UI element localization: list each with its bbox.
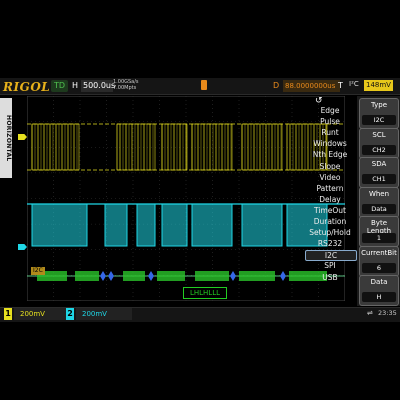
trigger-level[interactable]: 148mV	[364, 80, 393, 91]
memory-depth: 7.00Mpts	[113, 85, 137, 91]
menu-item-edge[interactable]: Edge	[305, 106, 355, 115]
decode-packet	[157, 271, 185, 281]
usb-icon: ⇌	[367, 309, 373, 317]
softkey-data[interactable]: Data H	[359, 275, 399, 306]
timebase-value[interactable]: 500.0us	[81, 80, 115, 92]
delay-value[interactable]: 88.0000000us	[283, 80, 340, 92]
ch1-scale[interactable]: 200mV	[14, 308, 70, 320]
softkey-label: Type	[370, 101, 388, 109]
softkey-type[interactable]: Type I2C	[359, 98, 399, 129]
softkey-value: CH2	[362, 144, 396, 155]
ch2-block	[136, 203, 156, 247]
softkey-value: 6	[362, 262, 396, 273]
decode-tag: I2C	[31, 267, 45, 275]
trigger-position-marker	[201, 80, 207, 90]
decode-packet	[123, 271, 145, 281]
brand-logo: RIGOL	[3, 80, 51, 94]
run-state-badge[interactable]: TD	[51, 80, 68, 92]
decode-packet	[75, 271, 99, 281]
waveform-display[interactable]	[27, 96, 345, 301]
softkey-label: SDA	[371, 160, 387, 168]
menu-item-duration[interactable]: Duration	[305, 217, 355, 226]
delay-label: D	[273, 81, 280, 90]
softkey-label: SCL	[372, 130, 386, 139]
softkey-when[interactable]: When Data	[359, 186, 399, 218]
menu-item-rs232[interactable]: RS232	[305, 239, 355, 248]
ch2-block	[241, 203, 283, 247]
ch2-block	[161, 203, 188, 247]
menu-item-timeout[interactable]: TimeOut	[305, 206, 355, 215]
ch1-badge[interactable]: 1	[4, 308, 12, 320]
clock: 23:35	[378, 309, 397, 317]
softkey-value: 1	[362, 233, 396, 243]
menu-item-runt[interactable]: Runt	[305, 128, 355, 137]
softkey-currentbit[interactable]: CurrentBit 6	[359, 245, 399, 277]
horizontal-label: H	[72, 81, 79, 90]
ch2-block	[31, 203, 88, 247]
menu-item-slope[interactable]: Slope	[305, 162, 355, 171]
softkey-byte-length[interactable]: Byte Length 1	[359, 216, 399, 247]
menu-item-spi[interactable]: SPI	[305, 261, 355, 270]
ch2-block	[191, 203, 233, 247]
softkey-value: H	[362, 292, 396, 302]
ch2-scale[interactable]: 200mV	[76, 308, 132, 320]
decode-packet	[239, 271, 275, 281]
softkey-value: I2C	[362, 115, 396, 125]
menu-item-windows[interactable]: Windows	[305, 139, 355, 148]
ch2-block	[104, 203, 128, 247]
menu-item-pattern[interactable]: Pattern	[305, 184, 355, 193]
softkey-label: CurrentBit	[361, 248, 397, 257]
horizontal-tab-label: HORIZONTAL	[5, 114, 12, 162]
ch2-marker[interactable]	[18, 244, 27, 250]
sample-rate-info: 1.00GSa/s 7.00Mpts	[113, 79, 139, 91]
decode-value-popup: LHLHLLL	[183, 287, 227, 299]
softkey-scl[interactable]: SCL CH2	[359, 127, 399, 159]
softkey-value: Data	[362, 203, 396, 214]
menu-item-usb[interactable]: USB	[305, 273, 355, 282]
softkey-label: When	[368, 189, 390, 198]
menu-return-icon[interactable]: ↺	[315, 96, 323, 106]
softkey-label: Data	[370, 278, 388, 286]
menu-item-pulse[interactable]: Pulse	[305, 117, 355, 126]
softkey-value: CH1	[362, 174, 396, 184]
decode-packet	[195, 271, 229, 281]
menu-item-video[interactable]: Video	[305, 173, 355, 182]
menu-item-nth-edge[interactable]: Nth Edge	[305, 150, 355, 159]
ch2-badge[interactable]: 2	[66, 308, 74, 320]
ch1-marker[interactable]	[18, 134, 27, 140]
trigger-type: I²C	[349, 80, 359, 88]
softkey-sda[interactable]: SDA CH1	[359, 157, 399, 188]
menu-item-i2c[interactable]: I2C	[305, 250, 357, 262]
menu-item-setup-hold[interactable]: Setup/Hold	[305, 228, 355, 237]
trigger-label: T	[338, 81, 343, 90]
menu-item-delay[interactable]: Delay	[305, 195, 355, 204]
